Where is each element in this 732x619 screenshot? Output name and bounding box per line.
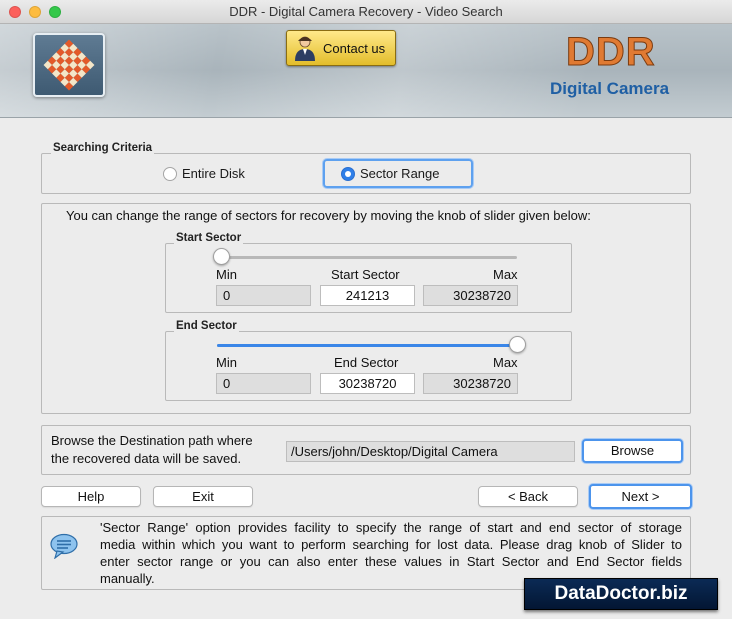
start-min-field: 0: [216, 285, 311, 306]
next-button[interactable]: Next >: [589, 484, 692, 509]
radio-entire-disk-indicator[interactable]: [163, 166, 177, 181]
back-button[interactable]: < Back: [478, 486, 578, 507]
brand-logo-text: DDR: [566, 30, 656, 75]
info-text-line1: 'Sector Range' option provides facility …: [100, 520, 682, 535]
info-bubble-icon: [50, 533, 78, 559]
end-min-field: 0: [216, 373, 311, 394]
start-sector-slider-knob[interactable]: [212, 248, 230, 265]
start-value-label: Start Sector: [331, 267, 400, 282]
start-max-label: Max: [493, 267, 518, 282]
start-sector-slider-track[interactable]: [217, 256, 517, 259]
zoom-window-button[interactable]: [49, 6, 61, 18]
help-button[interactable]: Help: [41, 486, 141, 507]
searching-criteria-title: Searching Criteria: [51, 142, 155, 154]
sector-range-instruction: You can change the range of sectors for …: [66, 208, 591, 223]
start-min-label: Min: [216, 267, 237, 282]
end-sector-input[interactable]: 30238720: [320, 373, 415, 394]
contact-person-icon: [295, 36, 315, 61]
info-text-line3: enter sector range or you can also enter…: [100, 554, 682, 569]
radio-sector-range-indicator[interactable]: [341, 166, 355, 181]
contact-us-button[interactable]: Contact us: [286, 30, 396, 66]
exit-button[interactable]: Exit: [153, 486, 253, 507]
ddr-logo-icon: [33, 33, 105, 97]
destination-path-field[interactable]: /Users/john/Desktop/Digital Camera: [286, 441, 575, 462]
radio-entire-disk-label: Entire Disk: [182, 166, 245, 181]
destination-prompt-line1: Browse the Destination path where: [51, 433, 253, 448]
datadoctor-badge: DataDoctor.biz: [524, 578, 718, 610]
start-sector-title: Start Sector: [174, 232, 244, 244]
start-sector-input[interactable]: 241213: [320, 285, 415, 306]
close-window-button[interactable]: [9, 6, 21, 18]
window-title: DDR - Digital Camera Recovery - Video Se…: [229, 4, 503, 19]
end-sector-slider-fill: [217, 344, 517, 347]
end-max-field: 30238720: [423, 373, 518, 394]
radio-sector-range-label: Sector Range: [360, 166, 440, 181]
end-sector-slider-knob[interactable]: [508, 336, 526, 353]
end-max-label: Max: [493, 355, 518, 370]
end-value-label: End Sector: [334, 355, 399, 370]
info-text-line2: media within which you want to perform s…: [100, 537, 682, 552]
info-text-line4: manually.: [100, 571, 155, 586]
end-min-label: Min: [216, 355, 237, 370]
radio-entire-disk[interactable]: Entire Disk: [163, 166, 245, 181]
destination-prompt-line2: the recovered data will be saved.: [51, 451, 242, 466]
start-max-field: 30238720: [423, 285, 518, 306]
radio-sector-range[interactable]: Sector Range: [341, 166, 440, 181]
contact-us-label: Contact us: [323, 40, 386, 56]
browse-button[interactable]: Browse: [582, 439, 683, 463]
title-bar: DDR - Digital Camera Recovery - Video Se…: [0, 0, 732, 24]
minimize-window-button[interactable]: [29, 6, 41, 18]
product-name: Digital Camera: [550, 79, 670, 98]
end-sector-title: End Sector: [174, 320, 239, 332]
